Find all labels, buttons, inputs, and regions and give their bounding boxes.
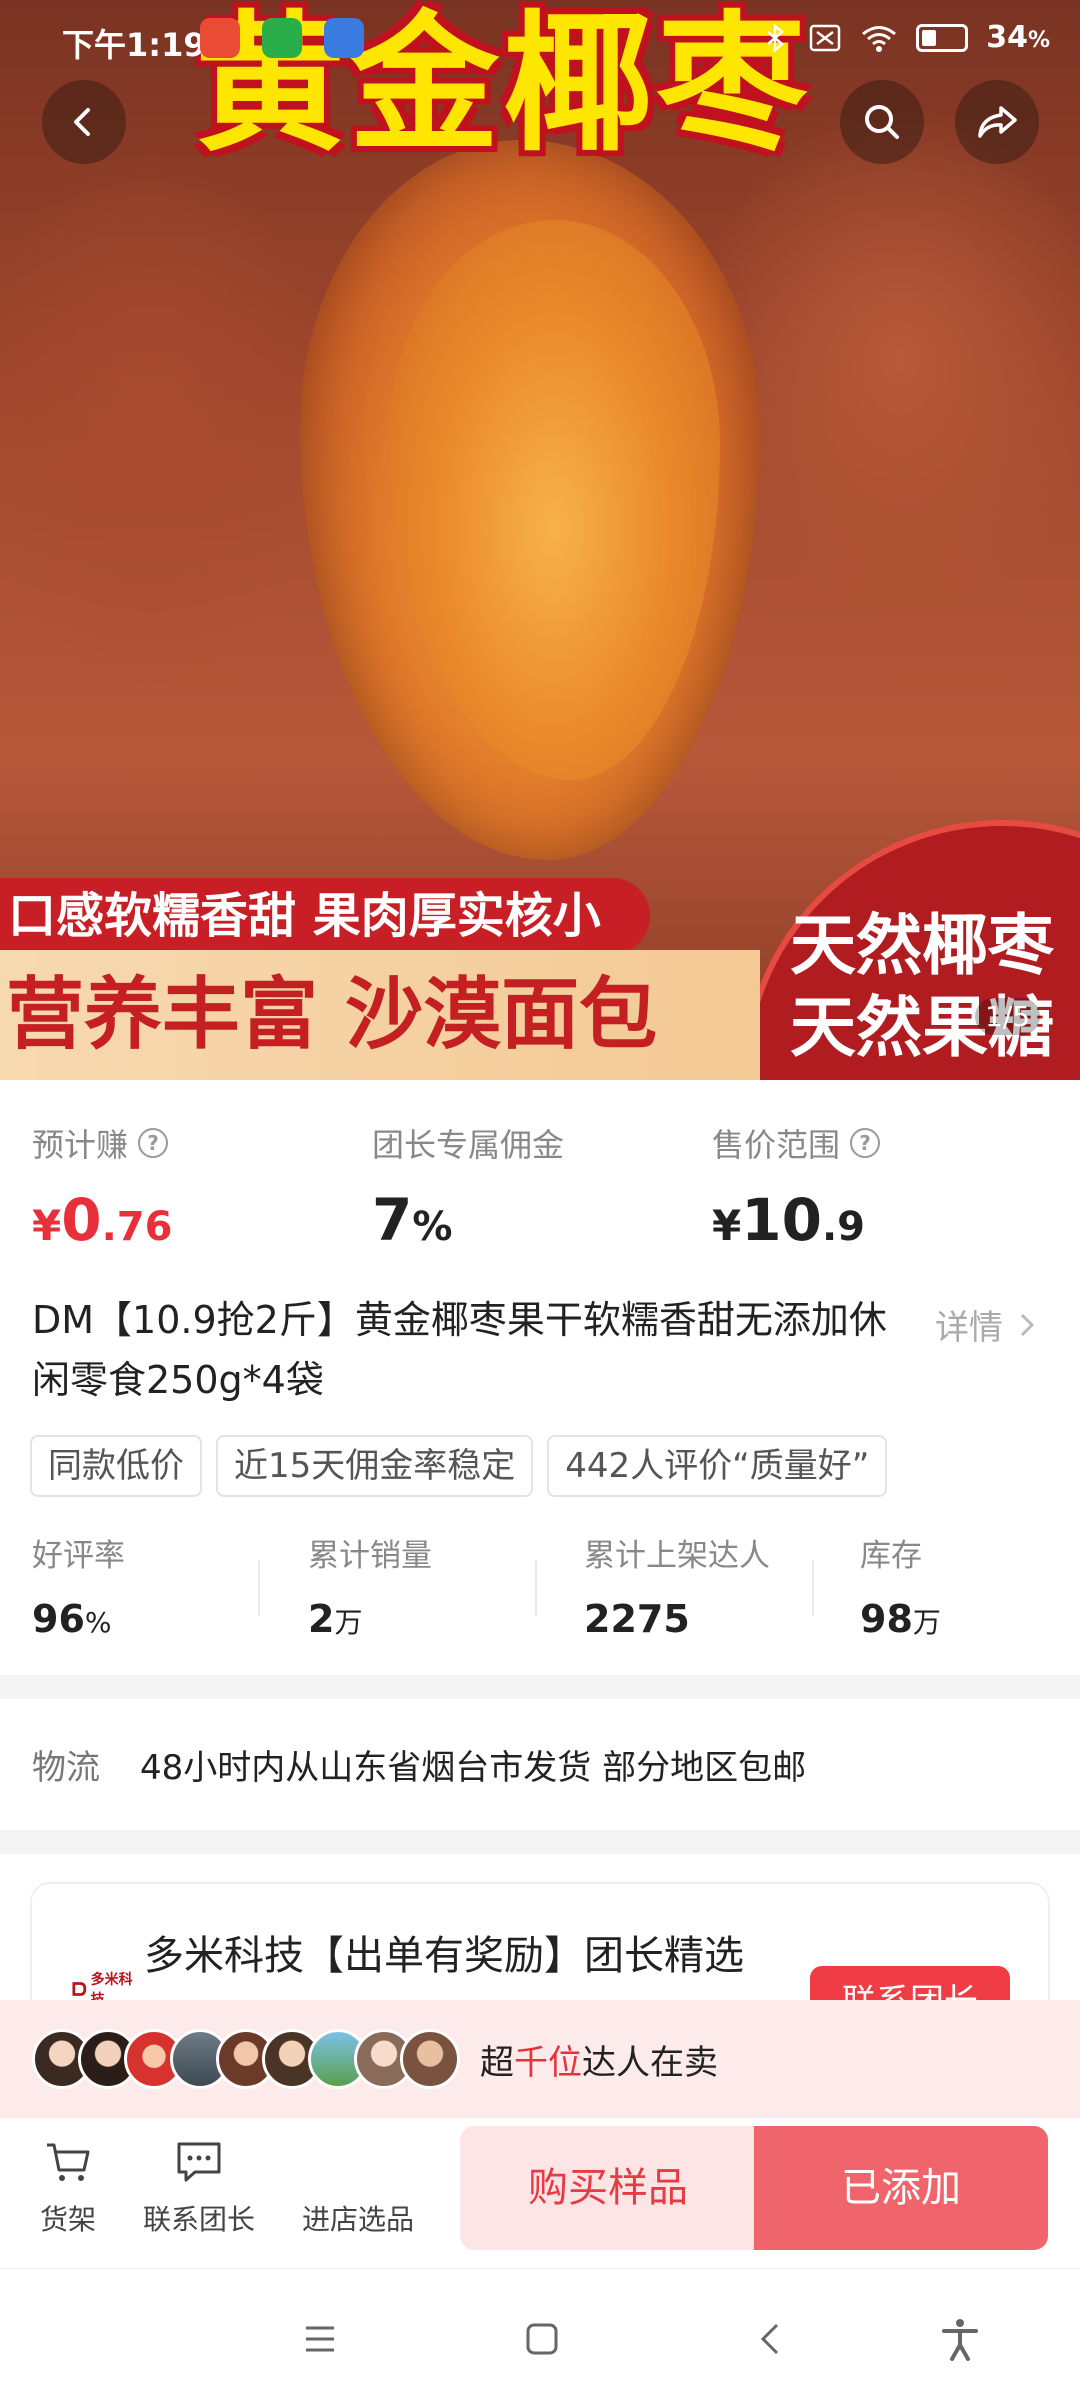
- detail-link[interactable]: 详情: [935, 1300, 1037, 1349]
- back-icon: [74, 108, 90, 136]
- product-metrics: 好评率 96% 累计销量 2万 累计上架达人 2275 库存 98万: [0, 1530, 1080, 1660]
- commission-stats: 预计赚? ¥0.76 团长专属佣金 7% 售价范围? ¥10.9: [0, 1080, 1080, 1280]
- cart-icon: [43, 2138, 93, 2188]
- search-icon: [865, 105, 899, 139]
- wifi-icon: [862, 25, 897, 52]
- bluetooth-icon: [767, 22, 785, 53]
- help-icon[interactable]: ?: [138, 1128, 169, 1158]
- sellers-banner[interactable]: 超千位达人在卖: [0, 2000, 1080, 2118]
- divider: [812, 1560, 814, 1616]
- divider: [535, 1560, 537, 1616]
- notification-app-icon: [200, 18, 240, 58]
- store-label: 进店选品: [302, 2203, 415, 2236]
- wechat-icon: [262, 18, 302, 58]
- menu-button[interactable]: [290, 2309, 350, 2369]
- logistics-value: 48小时内从山东省烟台市发货 部分地区包邮: [140, 1748, 807, 1788]
- back-icon: [760, 2323, 779, 2355]
- stat-commission: 团长专属佣金 7%: [372, 1120, 564, 1254]
- stat-commission-value: 7%: [372, 1186, 453, 1254]
- banner-line1: 口感软糯香甜 果肉厚实核小: [0, 878, 650, 954]
- stat-price-range: 售价范围? ¥10.9: [712, 1120, 881, 1254]
- status-bar: 下午1:19 34%: [0, 0, 1080, 84]
- shop-name: 多米科技【出单有奖励】团长精选: [144, 1933, 744, 1979]
- tag-item: 442人评价“质量好”: [547, 1435, 888, 1497]
- avatar: [400, 2029, 460, 2089]
- section-divider: [0, 1675, 1080, 1699]
- stat-price-value: ¥10.9: [712, 1186, 865, 1254]
- tag-item: 同款低价: [30, 1435, 202, 1497]
- stat-earn-label: 预计赚: [32, 1126, 129, 1164]
- status-right: 34%: [760, 20, 1050, 55]
- banner-line2: 营养丰富 沙漠面包: [0, 950, 760, 1080]
- status-app-icons: [200, 18, 364, 58]
- chat-icon: [174, 2138, 224, 2188]
- store-button[interactable]: 进店选品: [302, 2138, 414, 2238]
- contact-label: 联系团长: [143, 2203, 256, 2236]
- stat-commission-label: 团长专属佣金: [372, 1126, 565, 1164]
- divider: [258, 1560, 260, 1616]
- shelf-label: 货架: [40, 2203, 97, 2236]
- back-button[interactable]: [42, 80, 126, 164]
- stat-earn: 预计赚? ¥0.76: [32, 1120, 172, 1254]
- metric-rating: 好评率 96%: [32, 1538, 125, 1641]
- share-icon: [978, 106, 1017, 138]
- bottom-action-bar: 货架 联系团长 进店选品 购买样品 已添加: [0, 2118, 1080, 2268]
- baidu-icon: [324, 18, 364, 58]
- system-nav-bar: [0, 2268, 1080, 2400]
- accessibility-icon: [942, 2319, 978, 2361]
- metric-stock: 库存 98万: [860, 1538, 941, 1641]
- menu-icon: [306, 2326, 334, 2352]
- logistics-row: 物流 48小时内从山东省烟台市发货 部分地区包邮: [32, 1740, 806, 1789]
- battery-icon: [916, 23, 969, 52]
- search-button[interactable]: [840, 80, 924, 164]
- contact-button[interactable]: 联系团长: [143, 2138, 255, 2238]
- tag-item: 近15天佣金率稳定: [216, 1435, 534, 1497]
- feature-tags: 同款低价 近15天佣金率稳定 442人评价“质量好”: [30, 1435, 888, 1497]
- accessibility-button[interactable]: [930, 2309, 990, 2369]
- store-icon: [333, 2138, 383, 2188]
- shelf-button[interactable]: 货架: [40, 2138, 96, 2238]
- badge-line1: 天然椰枣: [790, 907, 1054, 984]
- share-button[interactable]: [955, 80, 1039, 164]
- buy-sample-button[interactable]: 购买样品: [460, 2126, 756, 2250]
- shop-logo-icon: [72, 1982, 87, 1996]
- page-indicator: 1/5: [975, 998, 1041, 1035]
- corner-badge-text: 天然椰枣 天然果糖: [790, 905, 1054, 1069]
- nav-back-button[interactable]: [740, 2309, 800, 2369]
- battery-percent: 34%: [986, 20, 1050, 55]
- chevron-right-icon: [1020, 1313, 1035, 1336]
- sim-icon: [809, 24, 841, 51]
- home-button[interactable]: [512, 2309, 572, 2369]
- status-time: 下午1:19: [62, 26, 206, 64]
- metric-sales: 累计销量 2万: [308, 1538, 432, 1641]
- product-title: DM【10.9抢2斤】黄金椰枣果干软糯香甜无添加休闲零食250g*4袋: [32, 1298, 887, 1402]
- home-icon: [526, 2323, 558, 2355]
- metric-influencers: 累计上架达人 2275: [584, 1538, 770, 1641]
- stat-earn-value: ¥0.76: [32, 1186, 173, 1254]
- product-image[interactable]: 黄金椰枣 天然椰枣 天然果糖 口感软糯香甜 果肉厚实核小 营养丰富 沙漠面包 1…: [0, 0, 1080, 1080]
- seller-avatars: [32, 2029, 460, 2089]
- help-icon[interactable]: ?: [850, 1128, 881, 1158]
- stat-price-label: 售价范围: [712, 1126, 841, 1164]
- logistics-label: 物流: [32, 1748, 100, 1788]
- section-divider: [0, 1830, 1080, 1854]
- detail-link-label: 详情: [935, 1308, 1003, 1348]
- sellers-text: 超千位达人在卖: [480, 2042, 718, 2083]
- added-button[interactable]: 已添加: [754, 2126, 1048, 2250]
